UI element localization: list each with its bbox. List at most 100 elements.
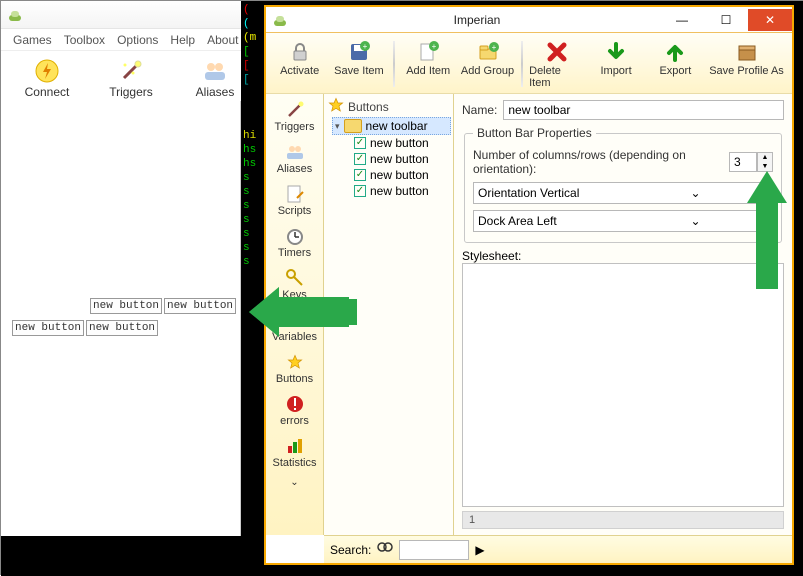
- script-icon: [284, 183, 306, 205]
- connect-button[interactable]: Connect: [19, 57, 75, 99]
- line-indicator: 1: [462, 511, 784, 529]
- export-label: Export: [659, 65, 691, 77]
- maximize-button[interactable]: ☐: [704, 9, 748, 31]
- delete-icon: [544, 39, 570, 65]
- tree-item[interactable]: new button: [352, 135, 451, 151]
- delete-item-label: Delete Item: [529, 65, 584, 89]
- activate-label: Activate: [280, 65, 319, 77]
- tab-timers[interactable]: Timers: [266, 220, 323, 262]
- tree-item[interactable]: new button: [352, 151, 451, 167]
- tree-item[interactable]: new button: [352, 183, 451, 199]
- search-go-button[interactable]: ▶: [475, 543, 484, 557]
- app-icon: [7, 7, 23, 23]
- orientation-select[interactable]: Orientation Vertical ⌄: [473, 182, 773, 204]
- dock-value: Dock Area Left: [478, 214, 623, 228]
- menu-options[interactable]: Options: [117, 33, 158, 46]
- tab-variables[interactable]: X =Variables: [266, 304, 323, 346]
- activate-button[interactable]: Activate: [272, 37, 327, 91]
- tree-root-label: Buttons: [348, 100, 389, 114]
- editor-toolbar: Activate + Save Item + Add Item + Add Gr…: [266, 33, 792, 94]
- orientation-value: Orientation Vertical: [478, 186, 623, 200]
- menu-about[interactable]: About: [207, 33, 238, 46]
- cols-stepper[interactable]: ▲ ▼: [729, 152, 773, 172]
- tree-item[interactable]: new button: [352, 167, 451, 183]
- tab-scripts[interactable]: Scripts: [266, 178, 323, 220]
- checkbox-icon[interactable]: [354, 137, 366, 149]
- export-icon: [662, 39, 688, 65]
- dock-area-select[interactable]: Dock Area Left ⌄: [473, 210, 773, 232]
- tab-aliases[interactable]: Aliases: [266, 136, 323, 178]
- cols-input[interactable]: [729, 152, 757, 172]
- tab-expand[interactable]: ⌄: [266, 472, 323, 491]
- add-group-label: Add Group: [461, 65, 514, 77]
- expand-icon[interactable]: ▾: [335, 121, 340, 132]
- add-item-label: Add Item: [406, 65, 450, 77]
- error-icon: [284, 393, 306, 415]
- status-area: [1, 536, 261, 576]
- tab-triggers[interactable]: Triggers: [266, 94, 323, 136]
- add-group-button[interactable]: + Add Group: [460, 37, 515, 91]
- delete-item-button[interactable]: Delete Item: [529, 37, 584, 91]
- save-icon: +: [346, 39, 372, 65]
- minimize-button[interactable]: —: [660, 9, 704, 31]
- chevron-down-icon[interactable]: ⌄: [623, 214, 768, 228]
- aliases-button[interactable]: Aliases: [187, 57, 243, 99]
- stylesheet-textarea[interactable]: [462, 263, 784, 507]
- tab-errors[interactable]: errors: [266, 388, 323, 430]
- grid-button[interactable]: new button: [164, 298, 236, 314]
- tab-statistics[interactable]: Statistics: [266, 430, 323, 472]
- spin-down[interactable]: ▼: [758, 162, 772, 171]
- grid-button[interactable]: new button: [12, 320, 84, 336]
- menu-help[interactable]: Help: [170, 33, 195, 46]
- add-item-button[interactable]: + Add Item: [401, 37, 456, 91]
- tab-buttons[interactable]: Buttons: [266, 346, 323, 388]
- tree-root[interactable]: Buttons: [326, 96, 451, 117]
- search-icon: [377, 541, 393, 558]
- save-item-label: Save Item: [334, 65, 384, 77]
- menu-toolbox[interactable]: Toolbox: [64, 33, 105, 46]
- chevron-down-icon: ⌄: [290, 477, 298, 488]
- export-button[interactable]: Export: [648, 37, 703, 91]
- add-item-icon: +: [415, 39, 441, 65]
- triggers-button[interactable]: Triggers: [103, 57, 159, 99]
- import-button[interactable]: Import: [588, 37, 643, 91]
- star-icon: [328, 97, 344, 116]
- chart-icon: [284, 435, 306, 457]
- name-field[interactable]: [503, 100, 784, 120]
- name-label: Name:: [462, 103, 497, 117]
- svg-text:+: +: [432, 42, 437, 51]
- tab-label: Triggers: [275, 121, 315, 133]
- tree-item-label: new button: [370, 168, 429, 182]
- checkbox-icon[interactable]: [354, 153, 366, 165]
- tree-children: new button new button new button new but…: [352, 135, 451, 199]
- button-grid-area: new buttonnew button new buttonnew butto…: [1, 101, 241, 564]
- grid-button[interactable]: new button: [86, 320, 158, 336]
- people-icon: [284, 141, 306, 163]
- bolt-icon: [33, 57, 61, 85]
- folder-icon: [344, 119, 362, 133]
- box-icon: [734, 39, 760, 65]
- grid-button[interactable]: new button: [90, 298, 162, 314]
- search-input[interactable]: [399, 540, 469, 560]
- app-icon: [266, 12, 294, 28]
- menu-games[interactable]: Games: [13, 33, 52, 46]
- tree-item-label: new button: [370, 152, 429, 166]
- spin-up[interactable]: ▲: [758, 153, 772, 162]
- connect-label: Connect: [25, 85, 70, 99]
- tab-label: Timers: [278, 247, 311, 259]
- clock-icon: [284, 225, 306, 247]
- save-item-button[interactable]: + Save Item: [331, 37, 386, 91]
- lock-icon: [287, 39, 313, 65]
- checkbox-icon[interactable]: [354, 185, 366, 197]
- tab-keys[interactable]: Keys: [266, 262, 323, 304]
- tree-item-label: new button: [370, 136, 429, 150]
- editor-titlebar[interactable]: Imperian — ☐ ✕: [266, 7, 792, 33]
- close-button[interactable]: ✕: [748, 9, 792, 31]
- chevron-down-icon[interactable]: ⌄: [623, 186, 768, 200]
- tree-folder[interactable]: ▾ new toolbar: [332, 117, 451, 135]
- checkbox-icon[interactable]: [354, 169, 366, 181]
- window-buttons: — ☐ ✕: [660, 9, 792, 31]
- import-label: Import: [600, 65, 631, 77]
- save-profile-button[interactable]: Save Profile As: [707, 37, 786, 91]
- search-bar: Search: ▶: [324, 535, 792, 563]
